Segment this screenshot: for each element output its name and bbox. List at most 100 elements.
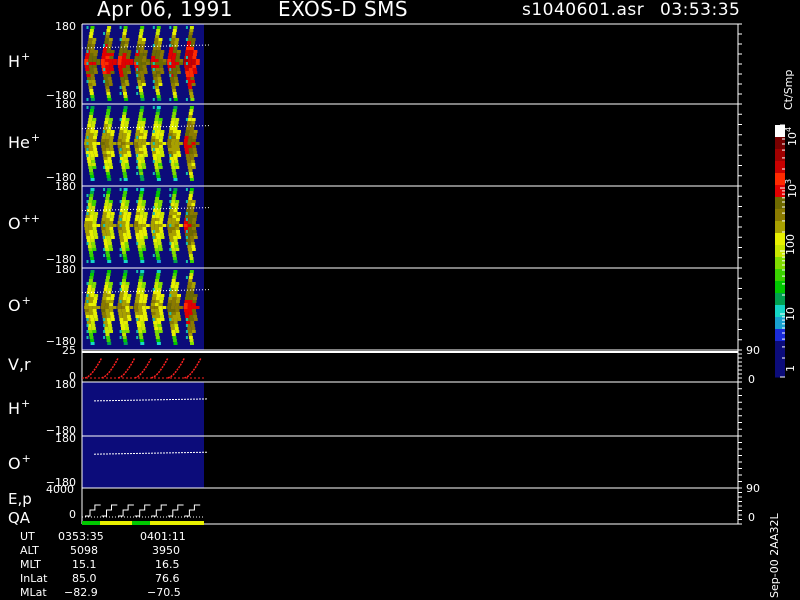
spectrogram-cell <box>92 221 97 224</box>
spectrogram-cell <box>92 282 97 285</box>
spectrogram-cell <box>107 44 112 47</box>
spectrogram-cell <box>170 285 175 288</box>
spectrogram-cell <box>167 303 172 306</box>
spectrogram-streak <box>103 336 106 339</box>
spectrogram-cell <box>106 53 110 56</box>
spectrogram-streak <box>185 98 188 101</box>
colorbar-segment <box>775 257 785 270</box>
spectrogram-streak <box>169 98 172 101</box>
spectrogram-cell <box>105 227 110 230</box>
spectrogram-streak <box>103 32 106 35</box>
spectrogram-cell <box>92 118 97 121</box>
spectrogram-cell <box>92 65 97 68</box>
spectrogram-cell <box>155 172 160 175</box>
spectrogram-streak <box>152 212 155 215</box>
spectrogram-cell <box>93 230 98 233</box>
spectrogram-cell <box>189 188 194 191</box>
spectrogram-cell <box>166 142 171 145</box>
spectrogram-cell <box>139 339 144 342</box>
spectrogram-cell <box>193 154 198 157</box>
spectrogram-cell <box>89 151 94 154</box>
spectrogram-cell <box>188 86 193 89</box>
spectrogram-cell <box>176 71 181 74</box>
spectrogram-cell <box>137 41 142 44</box>
spectrogram-cell <box>90 175 95 178</box>
spectrogram-cell <box>159 65 164 68</box>
spectrogram-cell <box>106 254 111 257</box>
spectrogram-cell <box>192 136 197 139</box>
spectrogram-cell <box>89 300 93 303</box>
spectrogram-cell <box>103 242 108 245</box>
spectrogram-cell <box>174 224 179 227</box>
spectrogram-cell <box>103 321 108 324</box>
spectrogram-cell <box>88 56 93 59</box>
spectrogram-cell <box>154 166 159 169</box>
spectrogram-cell <box>155 32 160 35</box>
spectrogram-cell <box>188 115 193 118</box>
spectrogram-cell <box>153 291 157 294</box>
spectrogram-cell <box>155 333 160 336</box>
spectrogram-cell <box>143 236 148 239</box>
spectrogram-cell <box>125 282 130 285</box>
spectrogram-cell <box>92 306 97 309</box>
spectrogram-cell <box>87 77 91 80</box>
spectrogram-cell <box>105 65 110 68</box>
spectrogram-cell <box>171 248 176 251</box>
spectrogram-cell <box>173 106 178 109</box>
spectrogram-cell <box>134 300 139 303</box>
spectrogram-cell <box>106 130 111 133</box>
spectrogram-cell <box>156 318 161 321</box>
spectrogram-cell <box>151 312 156 315</box>
spectrogram-cell <box>123 270 128 273</box>
spectrogram-cell <box>106 212 111 215</box>
spectrogram-cell <box>89 89 94 92</box>
spectrogram-streak <box>136 242 139 245</box>
ep-step <box>167 504 184 517</box>
spectrogram-cell <box>152 71 157 74</box>
spectrogram-cell <box>86 321 91 324</box>
spectrogram-cell <box>193 133 197 136</box>
spectrogram-cell <box>105 197 110 200</box>
spectrogram-cell <box>139 133 144 136</box>
spectrogram-cell <box>191 80 195 83</box>
spectrogram-cell <box>159 312 164 315</box>
spectrogram-streak <box>119 300 122 303</box>
spectrogram-cell <box>192 65 197 68</box>
spectrogram-cell <box>88 303 93 306</box>
spectrogram-cell <box>168 133 173 136</box>
spectrogram-cell <box>93 218 97 221</box>
spectrogram-cell <box>90 109 94 112</box>
spectrogram-cell <box>139 89 143 92</box>
spectrogram-cell <box>187 303 192 306</box>
spectrogram-cell <box>156 233 160 236</box>
spectrogram-cell <box>126 68 131 71</box>
spectrogram-cell <box>104 245 109 248</box>
spectrogram-cell <box>122 115 126 118</box>
spectrogram-cell <box>175 145 180 148</box>
spectrogram-cell <box>184 53 189 56</box>
spectrogram-cell <box>171 115 176 118</box>
spectrogram-cell <box>104 285 109 288</box>
spectrogram-cell <box>127 236 132 239</box>
spectrogram-streak <box>119 38 122 41</box>
spectrogram-cell <box>167 56 172 59</box>
spectrogram-cell <box>96 59 101 62</box>
spectrogram-cell <box>89 194 94 197</box>
spectrogram-streak <box>119 118 122 121</box>
spectrogram-cell <box>188 112 193 115</box>
spectrogram-cell <box>138 136 143 139</box>
spectrogram-cell <box>191 224 196 227</box>
spectrogram-cell <box>156 257 161 260</box>
spectrogram-cell <box>189 133 193 136</box>
spectrogram-cell <box>120 285 125 288</box>
spectrogram-cell <box>101 148 106 151</box>
spectrogram-cell <box>103 157 108 160</box>
spectrogram-cell <box>177 154 182 157</box>
spectrogram-cell <box>127 212 132 215</box>
spectrogram-streak <box>152 148 155 151</box>
spectrogram-cell <box>107 157 112 160</box>
spectrogram-cell <box>122 276 127 279</box>
spectrogram-cell <box>108 59 113 62</box>
qa-label: QA <box>8 509 31 527</box>
spectrogram-cell <box>188 169 193 172</box>
